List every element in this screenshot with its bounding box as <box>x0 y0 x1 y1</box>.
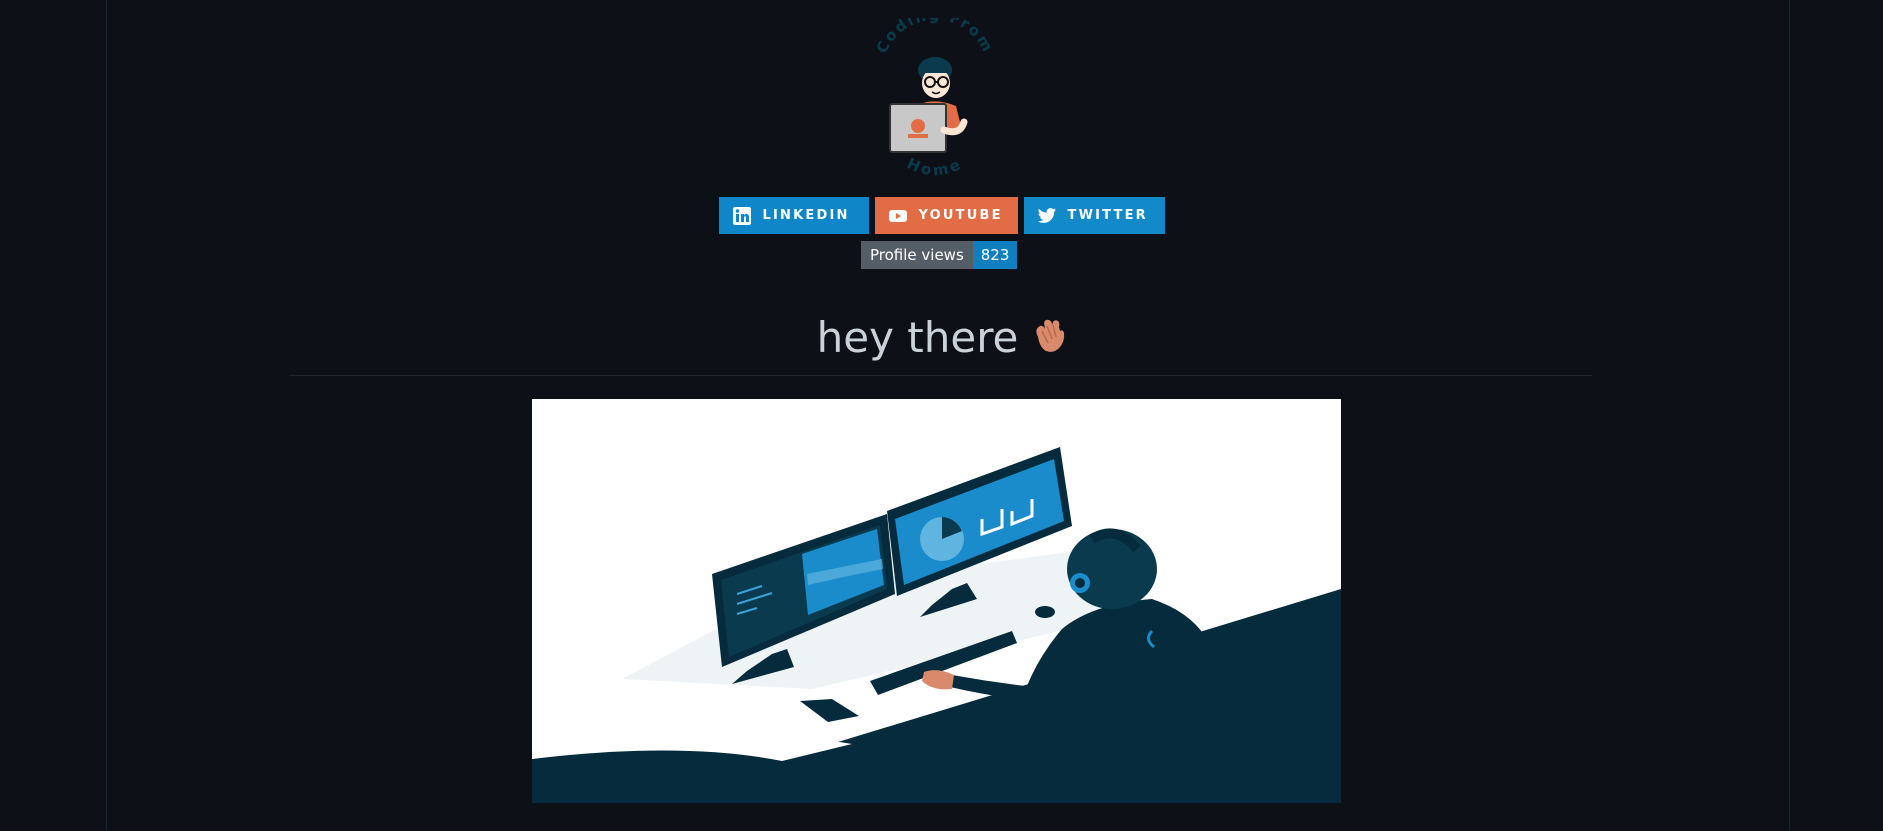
youtube-icon <box>887 205 909 227</box>
linkedin-icon <box>731 205 753 227</box>
twitter-badge[interactable]: TWITTER <box>1023 197 1165 234</box>
right-border <box>1789 0 1790 831</box>
greeting-text: hey there <box>816 313 1019 362</box>
coder-avatar-logo-icon: Coding From Home <box>873 6 998 180</box>
developer-at-dual-monitors-illustration <box>532 399 1341 803</box>
greeting-heading: hey there <box>0 310 1883 369</box>
profile-views-badge: Profile views 823 <box>861 241 1018 269</box>
coding-from-home-logo: Coding From Home <box>868 6 1002 186</box>
profile-views-count: 823 <box>972 241 1018 269</box>
linkedin-label: LINKEDIN <box>762 208 850 223</box>
svg-text:Coding From: Coding From <box>873 18 998 56</box>
readme-page: Coding From Home <box>0 0 1883 831</box>
waving-hand-icon <box>1030 313 1066 369</box>
social-badges: LINKEDIN YOUTUBE TWITTER <box>0 197 1883 234</box>
twitter-label: TWITTER <box>1067 208 1148 223</box>
svg-text:Home: Home <box>904 154 966 180</box>
profile-views-label: Profile views <box>861 241 973 269</box>
linkedin-badge[interactable]: LINKEDIN <box>718 197 869 234</box>
youtube-label: YOUTUBE <box>918 208 1003 223</box>
youtube-badge[interactable]: YOUTUBE <box>874 197 1018 234</box>
left-border <box>106 0 107 831</box>
twitter-icon <box>1036 205 1058 227</box>
heading-divider <box>289 375 1592 376</box>
